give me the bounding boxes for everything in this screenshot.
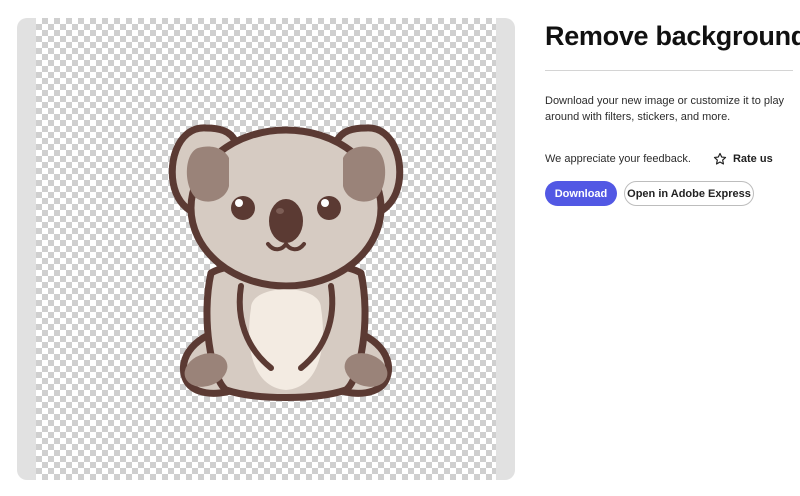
feedback-text: We appreciate your feedback. [545,153,691,165]
transparent-background-checkerboard [36,18,496,480]
koala-image [168,124,404,401]
koala-belly [249,289,323,390]
action-buttons: Download Open in Adobe Express [545,181,795,206]
koala-nose [269,199,303,243]
rate-us-label: Rate us [732,153,773,165]
page-title: Remove background [545,21,800,51]
divider [545,70,793,71]
koala-right-inner-ear [343,146,386,202]
star-outline-icon [713,152,727,165]
download-button[interactable]: Download [545,181,617,206]
description-text: Download your new image or customize it … [545,95,785,123]
open-in-adobe-express-button[interactable]: Open in Adobe Express [624,181,754,206]
koala-left-inner-ear [186,146,229,202]
koala-left-eye [231,196,255,220]
image-preview-frame [17,18,515,480]
koala-right-eye [317,196,341,220]
rate-us-button[interactable]: Rate us [713,152,773,166]
feedback-row: We appreciate your feedback. Rate us [545,151,795,167]
side-panel: Remove background Download your new imag… [545,18,800,206]
